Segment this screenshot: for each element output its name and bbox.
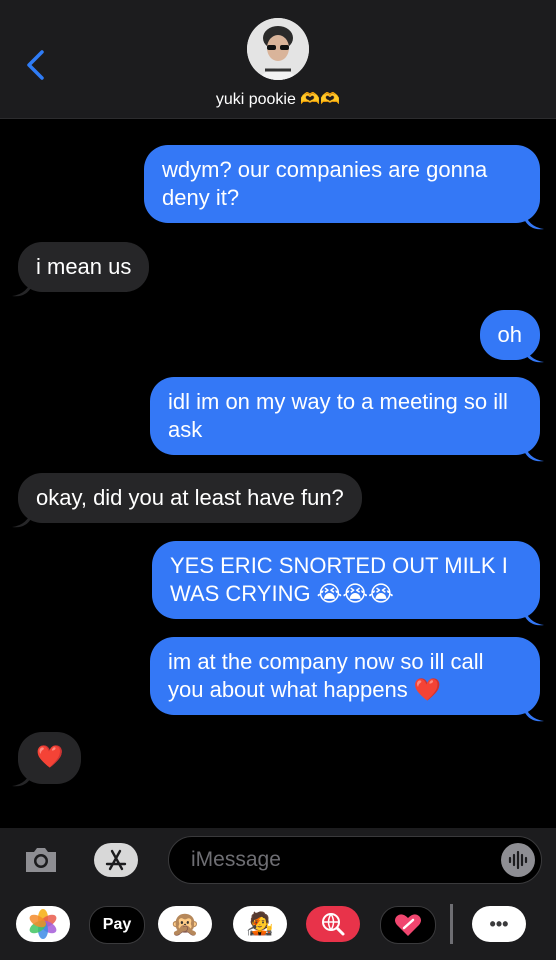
app-drawer-divider [450,904,453,944]
contact-name[interactable]: yuki pookie 🫶🫶 [0,89,556,109]
message-thread: wdym? our companies are gonna deny it? i… [0,118,556,828]
more-icon: ••• [489,913,509,934]
conversation-header: yuki pookie 🫶🫶 [0,0,556,119]
message-bubble-incoming[interactable]: i mean us [18,242,150,292]
heart-touch-icon [395,914,421,936]
more-apps-button[interactable]: ••• [472,906,526,942]
app-store-icon [105,849,127,871]
back-chevron-icon[interactable] [22,48,50,82]
bubble-tail-icon [524,211,544,230]
apple-pay-button[interactable]: Pay [89,906,145,944]
message-bubble-outgoing[interactable]: idl im on my way to a meeting so ill ask [150,377,540,455]
photos-app-button[interactable] [16,906,70,942]
bubble-tail-icon [524,607,544,626]
message-bubble-outgoing[interactable]: im at the company now so ill call you ab… [150,637,540,715]
message-bubble-outgoing[interactable]: YES ERIC SNORTED OUT MILK I WAS CRYING 😭… [152,541,540,619]
bubble-tail-icon [524,703,544,722]
message-bubble-incoming[interactable]: okay, did you at least have fun? [18,473,362,523]
digital-touch-button[interactable] [380,906,436,944]
globe-search-icon [322,913,345,936]
app-store-button[interactable] [94,843,138,877]
bubble-tail-icon [12,768,32,787]
bubble-tail-icon [12,509,32,528]
memoji-stickers-button[interactable]: 🧑‍🎤 [233,906,287,942]
apple-pay-label: Pay [102,916,132,933]
audio-message-button[interactable] [501,843,535,877]
compose-toolbar: iMessage [0,828,556,894]
camera-icon[interactable] [22,844,60,876]
waveform-icon [508,851,528,869]
animoji-button[interactable]: 🙊 [158,906,212,942]
contact-avatar[interactable] [247,18,309,80]
imessage-app-drawer: Pay 🙊 🧑‍🎤 ••• [0,894,556,960]
bubble-tail-icon [524,443,544,462]
message-input[interactable]: iMessage [168,836,542,884]
monkey-icon: 🙊 [170,910,200,938]
message-input-placeholder: iMessage [191,848,281,871]
web-images-button[interactable] [306,906,360,942]
avatar-photo [247,18,309,80]
bubble-tail-icon [12,278,32,297]
message-bubble-outgoing[interactable]: wdym? our companies are gonna deny it? [144,145,540,223]
photos-icon [29,909,57,939]
memoji-icon: 🧑‍🎤 [246,911,274,936]
bubble-tail-icon [524,344,544,363]
